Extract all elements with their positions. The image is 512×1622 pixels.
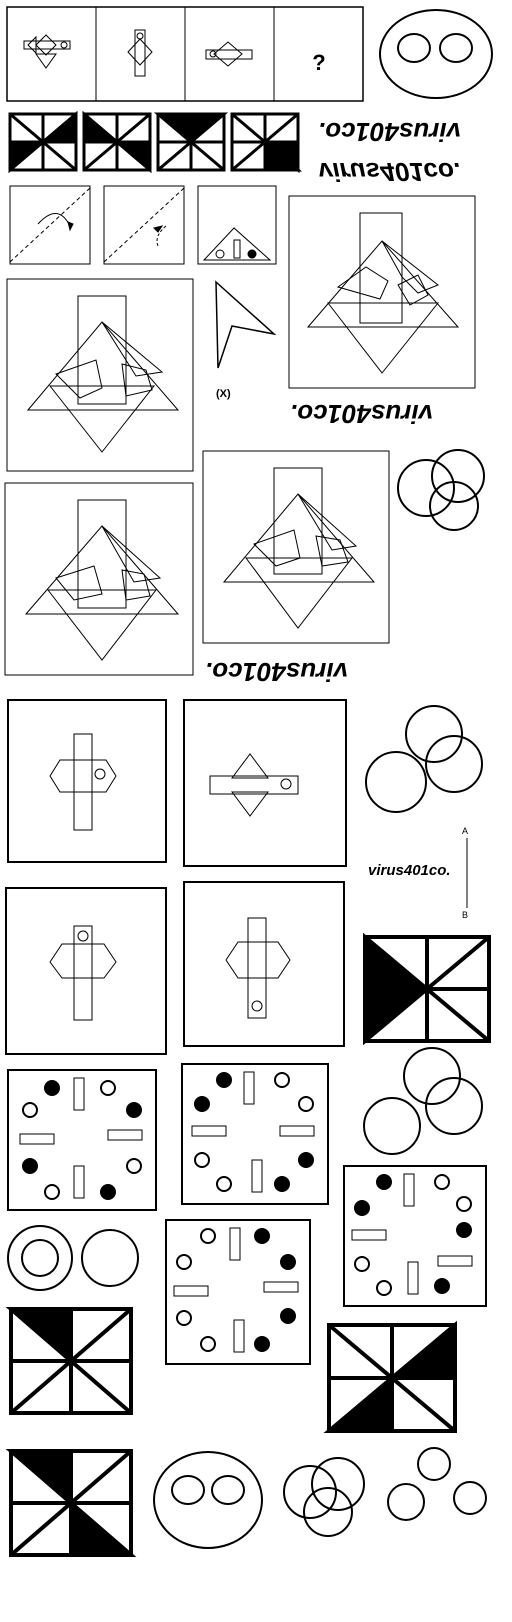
net-box-1: [7, 699, 167, 863]
triangle-figure-box-2: [6, 278, 194, 472]
three-overlapping-circles-1: [397, 449, 485, 531]
circle-with-two-eyes-bottom: [153, 1451, 263, 1549]
watermark-upside-down-1: virus401co.: [318, 117, 462, 147]
three-overlapping-circles-4: [283, 1457, 365, 1537]
net-box-2: [183, 699, 347, 867]
watermark-mirrored-1: virus401co.: [318, 157, 462, 187]
dots-square-3: [343, 1165, 487, 1307]
shaded-square-large-2: [5, 1307, 133, 1415]
watermark-upside-down-3: virus401co.: [205, 657, 349, 687]
x-label: (X): [216, 388, 231, 400]
three-separate-circles: [387, 1447, 487, 1521]
line-segment-ab: [466, 838, 468, 908]
dots-square-1: [7, 1069, 157, 1211]
dots-square-2: [181, 1063, 329, 1205]
point-b-label: B: [462, 910, 469, 920]
net-box-3: [5, 887, 167, 1055]
sequence-question-mark: ?: [312, 50, 325, 75]
sequence-strip: ?: [6, 6, 364, 102]
watermark-normal: virus401co.: [368, 862, 451, 879]
paper-folding-row: [9, 185, 277, 265]
triangle-figure-box-4: [202, 450, 390, 644]
three-overlapping-circles-2: [365, 705, 483, 813]
three-overlapping-circles-3: [363, 1047, 483, 1155]
watermark-upside-down-2: virus401co.: [290, 399, 434, 429]
concentric-and-single-circle: [7, 1225, 139, 1291]
triangle-figure-box-1: [288, 195, 476, 389]
triangle-figure-box-3: [4, 482, 194, 676]
shaded-square-large-4: [5, 1449, 137, 1557]
shaded-square-large-3: [323, 1320, 457, 1433]
shaded-square-large-1: [363, 932, 491, 1046]
net-box-4: [183, 881, 345, 1047]
shaded-squares-row: [8, 110, 303, 174]
arrow-shape-x: [215, 280, 277, 369]
dots-square-4: [165, 1219, 311, 1365]
point-a-label: A: [462, 826, 469, 836]
circle-with-two-eyes: [379, 9, 493, 99]
